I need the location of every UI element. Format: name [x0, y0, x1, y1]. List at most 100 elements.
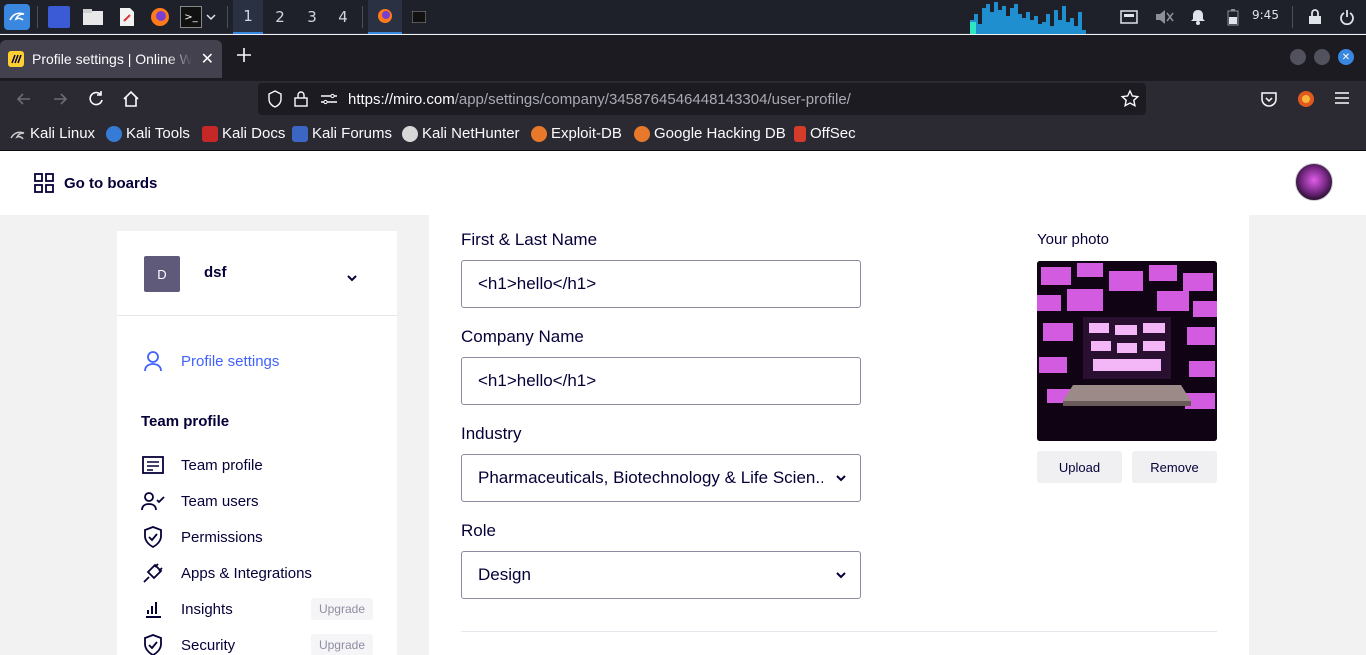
bookmark-kali-linux[interactable]: Kali Linux — [10, 125, 95, 142]
chevron-down-icon[interactable] — [204, 6, 218, 28]
close-window-button[interactable]: ✕ — [1338, 49, 1354, 65]
name-label: First & Last Name — [461, 230, 598, 249]
nethunter-icon — [402, 125, 418, 142]
menu-hamburger-icon[interactable] — [1333, 90, 1351, 110]
role-select-value: Design — [478, 565, 531, 584]
close-tab-icon[interactable]: ✕ — [201, 49, 214, 69]
profile-settings-main: First & Last Name <h1>hello</h1> Company… — [429, 215, 1249, 655]
sidebar-item-profile-settings[interactable]: Profile settings — [141, 349, 279, 373]
sidebar-item-label: Team profile — [181, 456, 263, 474]
bookmark-label: Kali NetHunter — [422, 125, 520, 142]
bookmark-kali-docs[interactable]: Kali Docs — [202, 125, 285, 142]
screen-icon[interactable] — [1118, 6, 1140, 28]
home-icon[interactable] — [121, 89, 141, 113]
browser-tab[interactable]: Profile settings | Online W ✕ — [0, 40, 222, 78]
maximize-window-button[interactable] — [1314, 49, 1330, 65]
padlock-icon[interactable] — [286, 91, 316, 107]
url-bar[interactable]: https://miro.com/app/settings/company/34… — [258, 83, 1146, 115]
notification-bell-icon[interactable] — [1187, 6, 1209, 28]
bookmark-offsec[interactable]: OffSec — [794, 125, 856, 142]
sidebar-item-team-profile[interactable]: Team profile — [141, 453, 263, 477]
forward-icon[interactable] — [50, 89, 70, 113]
minimize-window-button[interactable] — [1290, 49, 1306, 65]
upgrade-badge[interactable]: Upgrade — [310, 634, 373, 655]
upgrade-badge[interactable]: Upgrade — [310, 598, 373, 620]
bookmark-google-hacking-db[interactable]: Google Hacking DB — [634, 125, 786, 142]
permissions-icon[interactable] — [316, 92, 342, 106]
sidebar-item-label: Apps & Integrations — [181, 564, 312, 582]
new-tab-icon[interactable] — [234, 45, 254, 65]
bookmark-star-icon[interactable] — [1120, 89, 1140, 113]
go-to-boards-link[interactable]: Go to boards — [34, 173, 157, 193]
workspace-3[interactable]: 3 — [297, 0, 327, 34]
file-manager-icon[interactable] — [82, 6, 104, 28]
team-name[interactable]: dsf — [204, 264, 227, 281]
volume-muted-icon[interactable] — [1153, 6, 1175, 28]
url-host: https://miro.com — [348, 90, 455, 108]
user-icon — [141, 349, 165, 373]
bookmark-label: Kali Forums — [312, 125, 393, 142]
tab-title: Profile settings | Online W — [32, 51, 192, 67]
kali-menu-icon[interactable] — [4, 4, 30, 30]
browser-tab-bar: Profile settings | Online W ✕ ✕ — [0, 35, 1366, 81]
company-label: Company Name — [461, 327, 584, 346]
industry-select[interactable]: Pharmaceuticals, Biotechnology & Life Sc… — [461, 454, 861, 502]
name-input-value: <h1>hello</h1> — [478, 274, 597, 293]
sidebar-item-permissions[interactable]: Permissions — [141, 525, 263, 549]
shield-icon[interactable] — [264, 90, 286, 108]
back-icon[interactable] — [14, 89, 34, 113]
sidebar-item-team-users[interactable]: Team users — [141, 489, 259, 513]
divider — [117, 315, 397, 316]
offsec-icon — [794, 125, 806, 142]
id-card-icon — [141, 453, 165, 477]
pocket-icon[interactable] — [1260, 90, 1278, 112]
text-editor-icon[interactable] — [116, 6, 138, 28]
go-to-boards-label: Go to boards — [64, 174, 158, 192]
team-avatar: D — [144, 256, 180, 292]
taskbar-terminal-window[interactable] — [404, 0, 434, 34]
bookmark-kali-forums[interactable]: Kali Forums — [292, 125, 392, 142]
terminal-icon[interactable]: >_ — [180, 6, 202, 28]
role-select[interactable]: Design — [461, 551, 861, 599]
kali-forums-icon — [292, 125, 308, 142]
workspace-1[interactable]: 1 — [233, 0, 263, 34]
clock[interactable]: 9:45 — [1252, 8, 1279, 22]
shield-check-icon — [141, 525, 165, 549]
shield-check-icon — [141, 633, 165, 655]
grid-icon — [34, 173, 54, 193]
exploit-db-icon — [531, 125, 547, 142]
profile-photo — [1037, 261, 1217, 441]
chevron-down-icon — [836, 572, 846, 579]
workspace-4[interactable]: 4 — [328, 0, 358, 34]
user-avatar[interactable] — [1295, 163, 1333, 201]
company-input[interactable]: <h1>hello</h1> — [461, 357, 861, 405]
show-desktop-icon[interactable] — [48, 6, 70, 28]
industry-select-value: Pharmaceuticals, Biotechnology & Life Sc… — [478, 468, 823, 487]
firefox-icon[interactable] — [149, 6, 171, 28]
remove-photo-button[interactable]: Remove — [1132, 451, 1217, 483]
sidebar-item-label: Team users — [181, 492, 259, 510]
workspace-2[interactable]: 2 — [265, 0, 295, 34]
bookmark-label: Kali Tools — [126, 125, 190, 142]
reload-icon[interactable] — [86, 89, 106, 113]
bar-chart-icon — [141, 597, 165, 621]
name-input[interactable]: <h1>hello</h1> — [461, 260, 861, 308]
bookmark-exploit-db[interactable]: Exploit-DB — [531, 125, 622, 142]
sidebar-item-apps-integrations[interactable]: Apps & Integrations — [141, 561, 312, 585]
kali-dragon-icon — [10, 125, 26, 142]
bookmark-label: Kali Linux — [30, 125, 96, 142]
ghdb-icon — [634, 125, 650, 142]
company-input-value: <h1>hello</h1> — [478, 371, 597, 390]
browser-toolbar: https://miro.com/app/settings/company/34… — [0, 81, 1366, 118]
upload-photo-button[interactable]: Upload — [1037, 451, 1122, 483]
lock-icon[interactable] — [1304, 6, 1326, 28]
taskbar-firefox-window[interactable] — [368, 0, 402, 34]
settings-sidebar: D dsf Profile settings Team profile Team… — [117, 231, 397, 655]
bookmark-kali-tools[interactable]: Kali Tools — [106, 125, 190, 142]
extension-icon[interactable] — [1296, 89, 1316, 113]
sidebar-item-label: Insights — [181, 600, 233, 618]
bookmarks-bar: Kali Linux Kali Tools Kali Docs Kali For… — [0, 118, 1366, 151]
bookmark-kali-nethunter[interactable]: Kali NetHunter — [402, 125, 520, 142]
team-switcher-chevron-icon[interactable] — [346, 268, 358, 287]
power-icon[interactable] — [1336, 6, 1358, 28]
